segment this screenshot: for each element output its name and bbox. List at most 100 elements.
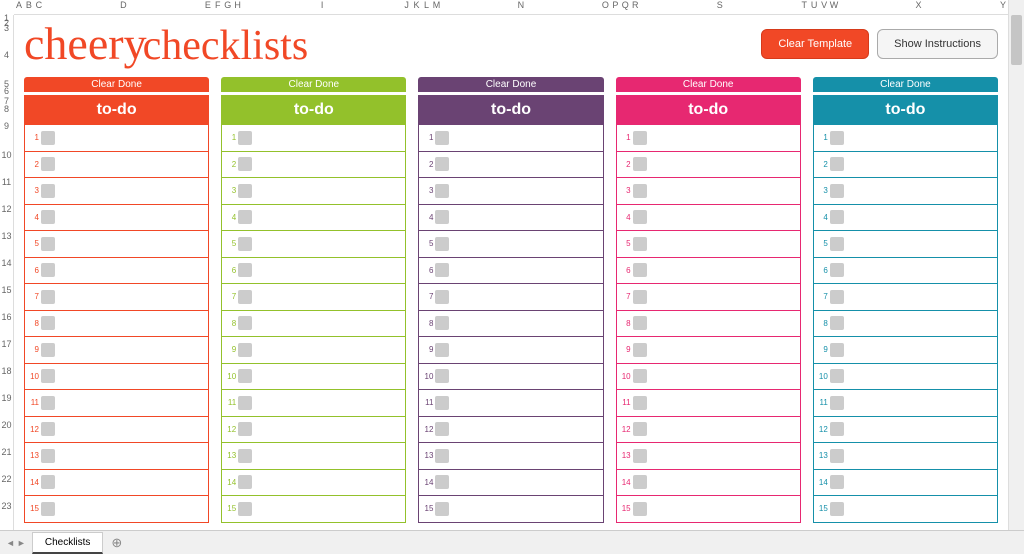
col-header-A[interactable]: A — [14, 0, 24, 14]
checkbox-icon[interactable] — [435, 369, 449, 383]
checkbox-icon[interactable] — [238, 396, 252, 410]
checkbox-icon[interactable] — [830, 184, 844, 198]
col-header-Y[interactable]: Y — [998, 0, 1008, 14]
checkbox-icon[interactable] — [633, 263, 647, 277]
checkbox-icon[interactable] — [41, 369, 55, 383]
checkbox-icon[interactable] — [435, 184, 449, 198]
row-header-23[interactable]: 23 — [0, 492, 13, 519]
checkbox-icon[interactable] — [238, 475, 252, 489]
checkbox-icon[interactable] — [41, 184, 55, 198]
checkbox-icon[interactable] — [435, 449, 449, 463]
list-item[interactable]: 13 — [814, 443, 997, 470]
checkbox-icon[interactable] — [830, 343, 844, 357]
clear-done-button[interactable]: Clear Done — [418, 77, 603, 92]
list-item[interactable]: 1 — [25, 125, 208, 152]
checkbox-icon[interactable] — [41, 449, 55, 463]
clear-done-button[interactable]: Clear Done — [616, 77, 801, 92]
list-item[interactable]: 10 — [617, 364, 800, 391]
row-header-13[interactable]: 13 — [0, 222, 13, 249]
tab-checklists[interactable]: Checklists — [32, 532, 104, 554]
checkbox-icon[interactable] — [41, 422, 55, 436]
col-header-W[interactable]: W — [829, 0, 839, 14]
checkbox-icon[interactable] — [633, 502, 647, 516]
list-item[interactable]: 5 — [419, 231, 602, 258]
list-item[interactable]: 6 — [814, 258, 997, 285]
list-item[interactable]: 1 — [617, 125, 800, 152]
list-item[interactable]: 15 — [222, 496, 405, 523]
col-header-V[interactable]: V — [819, 0, 829, 14]
list-item[interactable]: 4 — [617, 205, 800, 232]
col-header-O[interactable]: O — [600, 0, 610, 14]
checkbox-icon[interactable] — [238, 263, 252, 277]
checkbox-icon[interactable] — [238, 369, 252, 383]
list-item[interactable]: 3 — [419, 178, 602, 205]
list-item[interactable]: 2 — [617, 152, 800, 179]
col-header-P[interactable]: P — [610, 0, 620, 14]
checkbox-icon[interactable] — [633, 237, 647, 251]
checkbox-icon[interactable] — [41, 237, 55, 251]
checkbox-icon[interactable] — [435, 290, 449, 304]
vertical-scrollbar-thumb[interactable] — [1011, 15, 1022, 65]
col-header-J[interactable]: J — [402, 0, 412, 14]
list-item[interactable]: 9 — [222, 337, 405, 364]
col-header-E[interactable]: E — [203, 0, 213, 14]
checkbox-icon[interactable] — [41, 290, 55, 304]
row-header-21[interactable]: 21 — [0, 438, 13, 465]
col-header-K[interactable]: K — [412, 0, 422, 14]
list-header[interactable]: to-do — [418, 95, 603, 125]
checkbox-icon[interactable] — [41, 263, 55, 277]
list-item[interactable]: 14 — [814, 470, 997, 497]
checkbox-icon[interactable] — [633, 210, 647, 224]
checkbox-icon[interactable] — [238, 184, 252, 198]
list-item[interactable]: 2 — [814, 152, 997, 179]
checkbox-icon[interactable] — [633, 369, 647, 383]
row-header-4[interactable]: 4 — [0, 30, 13, 80]
checkbox-icon[interactable] — [435, 237, 449, 251]
checkbox-icon[interactable] — [238, 316, 252, 330]
checkbox-icon[interactable] — [830, 396, 844, 410]
list-header[interactable]: to-do — [813, 95, 998, 125]
col-header-X[interactable]: X — [839, 0, 998, 14]
checkbox-icon[interactable] — [435, 316, 449, 330]
list-item[interactable]: 12 — [222, 417, 405, 444]
checkbox-icon[interactable] — [435, 422, 449, 436]
list-item[interactable]: 4 — [25, 205, 208, 232]
checkbox-icon[interactable] — [435, 131, 449, 145]
checkbox-icon[interactable] — [633, 184, 647, 198]
checkbox-icon[interactable] — [238, 131, 252, 145]
row-header-15[interactable]: 15 — [0, 276, 13, 303]
list-item[interactable]: 14 — [617, 470, 800, 497]
checkbox-icon[interactable] — [41, 157, 55, 171]
checkbox-icon[interactable] — [238, 210, 252, 224]
list-item[interactable]: 14 — [25, 470, 208, 497]
list-item[interactable]: 5 — [25, 231, 208, 258]
list-item[interactable]: 6 — [25, 258, 208, 285]
checkbox-icon[interactable] — [830, 502, 844, 516]
col-header-Q[interactable]: Q — [620, 0, 630, 14]
checkbox-icon[interactable] — [435, 502, 449, 516]
list-item[interactable]: 6 — [222, 258, 405, 285]
checkbox-icon[interactable] — [238, 290, 252, 304]
checkbox-icon[interactable] — [238, 449, 252, 463]
checkbox-icon[interactable] — [41, 131, 55, 145]
checkbox-icon[interactable] — [633, 290, 647, 304]
checkbox-icon[interactable] — [633, 475, 647, 489]
row-header-10[interactable]: 10 — [0, 141, 13, 168]
list-header[interactable]: to-do — [616, 95, 801, 125]
list-item[interactable]: 13 — [25, 443, 208, 470]
col-header-C[interactable]: C — [34, 0, 44, 14]
list-item[interactable]: 9 — [617, 337, 800, 364]
clear-done-button[interactable]: Clear Done — [813, 77, 998, 92]
list-item[interactable]: 10 — [419, 364, 602, 391]
list-item[interactable]: 11 — [222, 390, 405, 417]
checkbox-icon[interactable] — [633, 396, 647, 410]
clear-template-button[interactable]: Clear Template — [761, 29, 869, 59]
list-item[interactable]: 2 — [419, 152, 602, 179]
row-header-12[interactable]: 12 — [0, 195, 13, 222]
checkbox-icon[interactable] — [238, 237, 252, 251]
list-item[interactable]: 3 — [814, 178, 997, 205]
list-item[interactable]: 2 — [25, 152, 208, 179]
checkbox-icon[interactable] — [633, 449, 647, 463]
list-item[interactable]: 7 — [25, 284, 208, 311]
list-item[interactable]: 5 — [222, 231, 405, 258]
